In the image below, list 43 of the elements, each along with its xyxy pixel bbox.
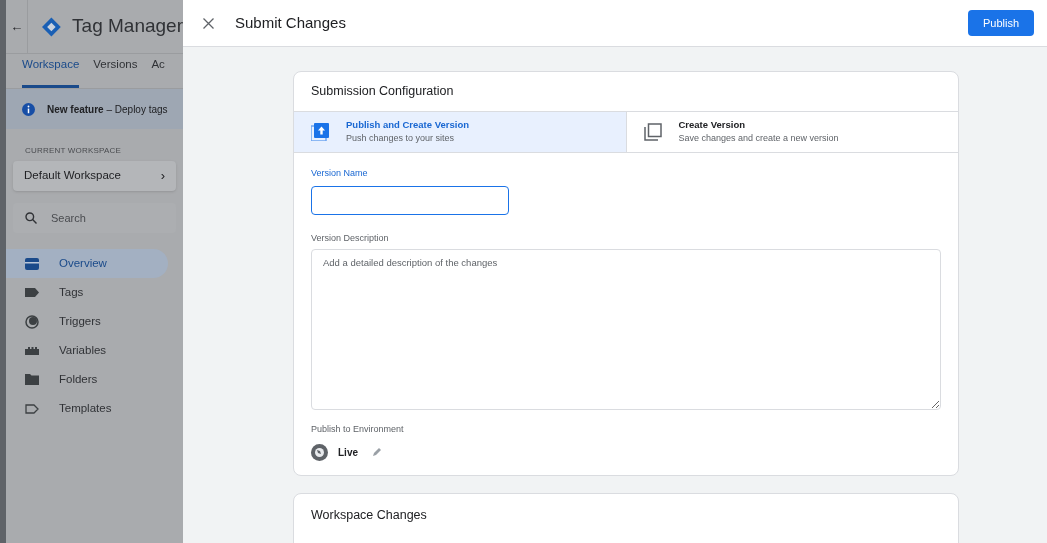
option-subtitle: Push changes to your sites (346, 132, 456, 146)
chevron-icon: › (160, 166, 165, 186)
tag-outline-icon (25, 403, 39, 414)
environment-value: Live (338, 445, 358, 460)
publish-button[interactable]: Publish (967, 10, 1034, 36)
field-label: Version Description (311, 231, 390, 245)
folder-icon (25, 374, 39, 385)
nav-item[interactable]: Variables (6, 336, 168, 365)
trigger-icon (25, 314, 39, 329)
back-button[interactable]: ← (6, 0, 29, 53)
option-subtitle: Save changes and create a new version (678, 132, 839, 146)
nav-item[interactable]: Tags (6, 278, 168, 307)
nav-tab[interactable]: Versions (93, 55, 138, 88)
config-option[interactable]: Publish and Create Version Push changes to your sites (294, 112, 626, 152)
workspace-selector[interactable]: Default Workspace › (13, 161, 176, 191)
overview-icon (25, 257, 39, 270)
globe-icon (311, 443, 328, 461)
option-title: Publish and Create Version (346, 118, 469, 133)
close-icon[interactable] (203, 17, 214, 29)
card-title: Submission Configuration (310, 83, 455, 101)
upload-icon (311, 123, 329, 141)
copy-icon (643, 123, 662, 141)
info-icon (22, 102, 35, 116)
version-name-field[interactable] (311, 185, 509, 215)
notice-text: New feature – Deploy tags (47, 102, 168, 117)
nav-item[interactable]: Templates (6, 394, 168, 423)
nav-tab[interactable]: Ac (151, 55, 165, 88)
pencil-icon[interactable] (372, 447, 382, 457)
search-icon (25, 212, 37, 224)
nav-item[interactable]: Triggers (6, 307, 168, 336)
nav-item[interactable]: Overview (6, 249, 168, 278)
version-description-field[interactable]: Add a detailed description of the changes (311, 249, 941, 410)
blocks-icon (25, 346, 39, 355)
diamond-logo-icon (42, 15, 62, 38)
field-label: Version Name (311, 167, 369, 180)
tag-icon (25, 288, 39, 297)
section-label: CURRENT WORKSPACE (25, 145, 122, 157)
nav-item[interactable]: Folders (6, 365, 168, 394)
card-title: Workspace Changes (310, 506, 428, 524)
field-label: Publish to Environment (311, 423, 405, 436)
dialog-title: Submit Changes (235, 12, 346, 33)
option-title: Create Version (678, 118, 747, 133)
app-title: Tag Manager (72, 14, 183, 39)
